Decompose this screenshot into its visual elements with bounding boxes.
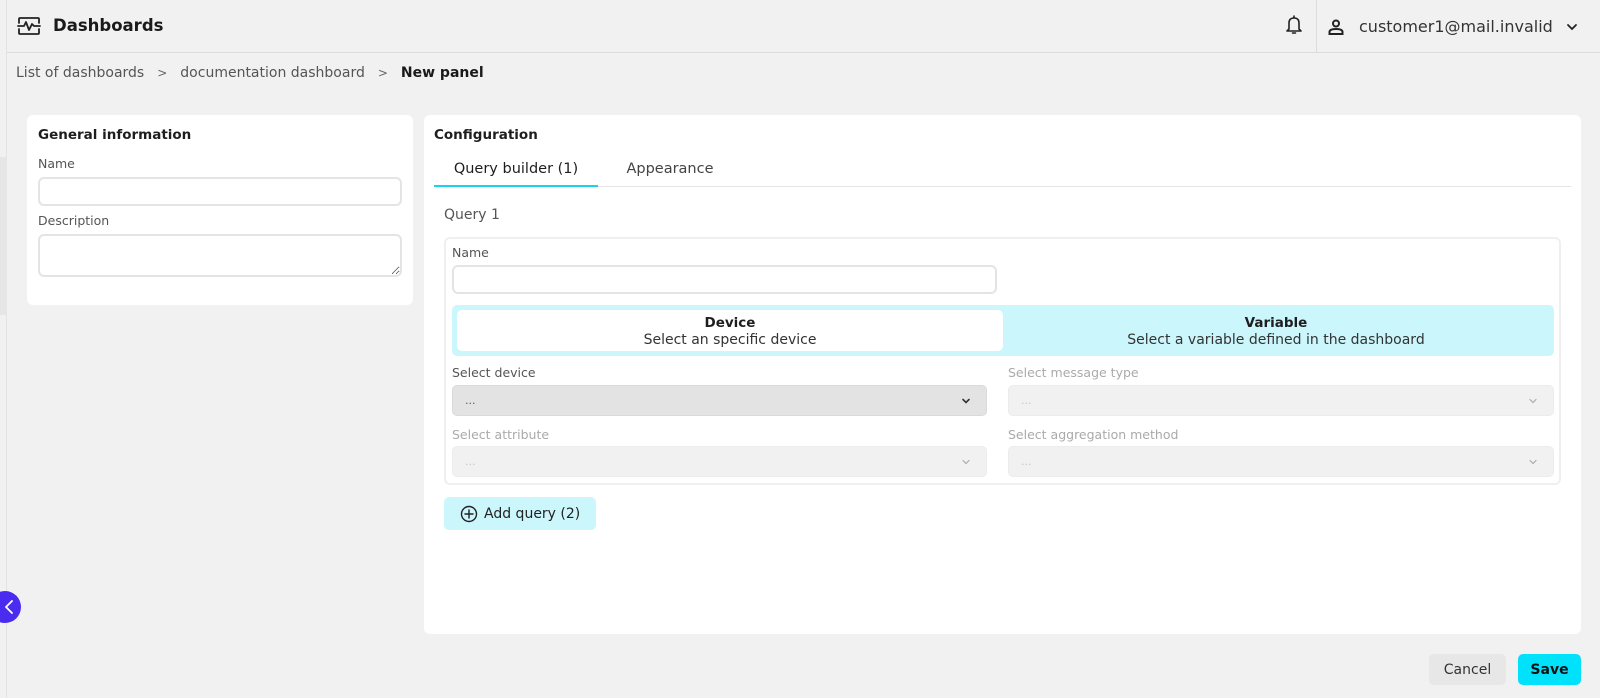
breadcrumb-current-page: New panel (400, 65, 484, 81)
source-toggle: Device Select an specific device Variabl… (452, 305, 1554, 356)
breadcrumb-separator: > (377, 66, 388, 80)
source-option-subtitle: Select a variable defined in the dashboa… (1127, 332, 1425, 348)
panel-name-input[interactable] (38, 177, 402, 206)
save-button[interactable]: Save (1518, 654, 1581, 685)
configuration-title: Configuration (434, 127, 538, 143)
chevron-down-icon (1529, 459, 1537, 464)
chevron-down-icon (962, 398, 970, 404)
tab-appearance[interactable]: Appearance (604, 155, 736, 187)
select-attribute-label: Select attribute (452, 427, 550, 442)
select-device-label: Select device (452, 365, 536, 380)
source-option-subtitle: Select an specific device (643, 332, 817, 348)
panel-description-textarea[interactable] (38, 234, 402, 277)
app-title: Dashboards (53, 16, 164, 35)
breadcrumb: List of dashboards > documentation dashb… (16, 65, 484, 81)
select-value: ... (1021, 455, 1032, 468)
chevron-left-icon (5, 600, 13, 614)
cancel-button[interactable]: Cancel (1429, 654, 1506, 685)
select-aggregation-method-label: Select aggregation method (1008, 427, 1179, 442)
general-information-card: General information Name Description (27, 115, 413, 305)
select-value: ... (465, 455, 476, 468)
breadcrumb-list-of-dashboards[interactable]: List of dashboards (16, 65, 144, 81)
add-query-button[interactable]: Add query (2) (444, 497, 596, 530)
chevron-down-icon (1529, 398, 1537, 403)
top-bar: Dashboards customer1@mail.invalid (7, 0, 1600, 53)
breadcrumb-separator: > (157, 66, 168, 80)
select-message-type-dropdown: ... (1008, 385, 1554, 416)
source-option-title: Device (704, 315, 756, 331)
sidebar-toggle-button[interactable] (0, 591, 21, 623)
user-menu[interactable]: customer1@mail.invalid (1327, 0, 1579, 53)
user-icon (1328, 19, 1344, 35)
query-title: Query 1 (444, 207, 500, 223)
query-box: Name Device Select an specific device Va… (444, 237, 1561, 485)
configuration-card: Configuration Query builder (1) Appearan… (424, 115, 1581, 634)
select-device-dropdown[interactable]: ... (452, 385, 987, 416)
query-name-label: Name (452, 245, 489, 260)
name-label: Name (38, 156, 75, 171)
select-value: ... (1021, 394, 1032, 407)
select-message-type-label: Select message type (1008, 365, 1139, 380)
configuration-tabs: Query builder (1) Appearance (434, 155, 1571, 187)
description-label: Description (38, 213, 110, 228)
select-value: ... (465, 394, 476, 407)
breadcrumb-documentation-dashboard[interactable]: documentation dashboard (180, 65, 365, 81)
sidebar-edge-panel (0, 157, 7, 315)
query-name-input[interactable] (452, 265, 997, 294)
source-option-title: Variable (1244, 315, 1308, 331)
source-option-device[interactable]: Device Select an specific device (457, 310, 1003, 351)
source-option-variable[interactable]: Variable Select a variable defined in th… (1003, 310, 1549, 351)
general-information-title: General information (38, 127, 192, 143)
dashboard-pulse-icon (17, 17, 41, 35)
user-email: customer1@mail.invalid (1359, 17, 1553, 36)
add-query-label: Add query (2) (484, 505, 581, 522)
header-divider (1316, 0, 1317, 53)
plus-circle-icon (460, 505, 478, 522)
tab-query-builder[interactable]: Query builder (1) (434, 155, 598, 187)
select-aggregation-method-dropdown: ... (1008, 446, 1554, 477)
chevron-down-icon (962, 459, 970, 464)
select-attribute-dropdown: ... (452, 446, 987, 477)
bell-icon[interactable] (1285, 15, 1303, 35)
chevron-down-icon (1566, 23, 1577, 30)
